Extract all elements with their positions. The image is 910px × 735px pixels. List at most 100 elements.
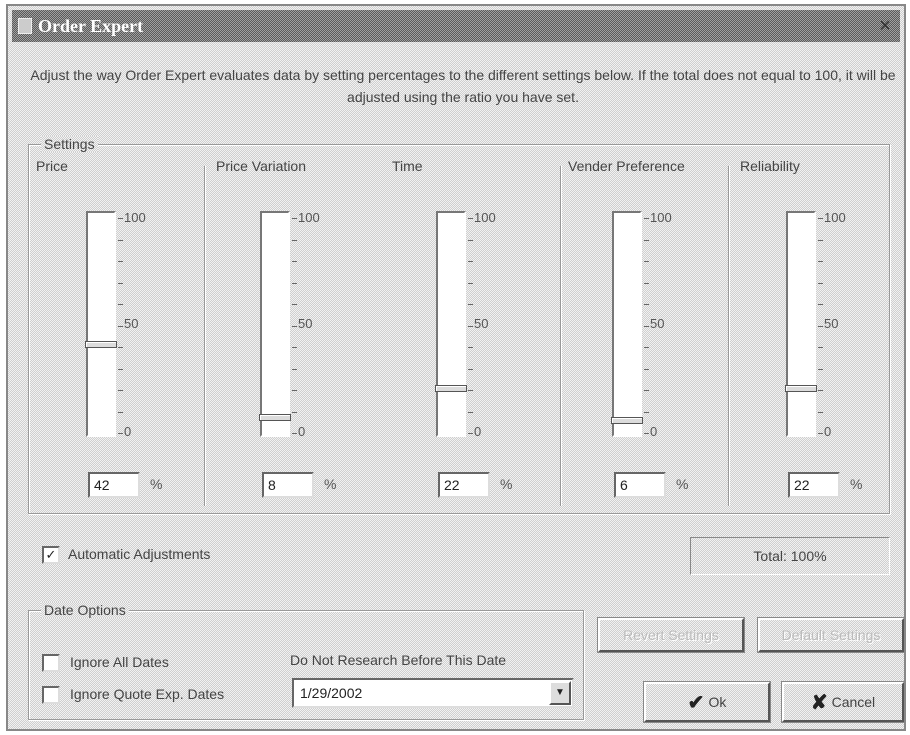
setting-label: Price Variation	[216, 158, 307, 174]
tick-label-0: 0	[824, 424, 832, 439]
checkmark-icon: ✔	[687, 691, 705, 714]
slider-tick	[818, 411, 823, 413]
slider-tick	[468, 433, 473, 434]
tick-label-50: 50	[298, 316, 313, 331]
slider-tick	[644, 218, 649, 219]
tick-label-100: 100	[650, 210, 672, 225]
percent-label: %	[500, 476, 513, 492]
slider-tick	[468, 411, 473, 413]
slider-tick	[468, 282, 473, 284]
ignore-all-dates-checkbox[interactable]	[42, 654, 60, 672]
title-bar[interactable]: Order Expert ×	[12, 10, 900, 42]
ignore-quote-exp-dates-label: Ignore Quote Exp. Dates	[70, 686, 225, 702]
vender-preference-percent-input[interactable]: 6	[614, 472, 666, 498]
slider-tick	[644, 347, 649, 348]
slider-tick	[818, 282, 823, 284]
slider-tick	[644, 368, 649, 370]
price-variation-percent-input[interactable]: 8	[262, 472, 314, 498]
ignore-all-dates-label: Ignore All Dates	[70, 654, 169, 670]
slider-tick	[468, 368, 473, 370]
tick-label-100: 100	[824, 210, 846, 225]
reliability-slider[interactable]	[785, 211, 817, 437]
tick-label-100: 100	[298, 210, 320, 225]
slider-tick	[818, 433, 823, 434]
revert-settings-button[interactable]: Revert Settings	[597, 617, 745, 653]
vender-preference-slider[interactable]	[611, 211, 643, 437]
slider-tick	[292, 390, 297, 391]
percent-label: %	[150, 476, 163, 492]
slider-thumb[interactable]	[259, 414, 291, 421]
slider-tick	[118, 261, 123, 262]
slider-tick	[292, 261, 297, 262]
ok-label: Ok	[708, 693, 727, 710]
price-percent-input[interactable]: 42	[88, 472, 140, 498]
slider-tick	[292, 239, 297, 241]
slider-thumb[interactable]	[611, 417, 643, 424]
slider-tick	[644, 433, 649, 434]
slider-tick	[644, 304, 649, 305]
slider-tick	[818, 304, 823, 305]
research-date-label: Do Not Research Before This Date	[290, 652, 507, 668]
time-slider[interactable]	[435, 211, 467, 437]
slider-tick	[818, 347, 823, 348]
slider-tick	[644, 390, 649, 391]
ok-button[interactable]: ✔ Ok	[643, 681, 771, 723]
cancel-label: Cancel	[831, 693, 876, 710]
slider-tick	[292, 282, 297, 284]
slider-tick	[644, 282, 649, 284]
setting-label: Vender Preference	[568, 158, 685, 174]
automatic-adjustments-checkbox[interactable]: ✓	[42, 546, 60, 564]
dropdown-arrow-icon[interactable]: ▼	[549, 681, 571, 705]
column-divider	[204, 166, 206, 506]
slider-tick	[468, 347, 473, 348]
slider-tick	[468, 218, 473, 219]
slider-tick	[292, 433, 297, 434]
slider-tick	[118, 411, 123, 413]
price-slider[interactable]	[85, 211, 117, 437]
cancel-button[interactable]: ✘ Cancel	[781, 681, 905, 723]
slider-tick	[292, 218, 297, 219]
setting-label: Price	[36, 158, 68, 174]
tick-label-0: 0	[474, 424, 482, 439]
slider-tick	[292, 304, 297, 305]
slider-tick	[818, 390, 823, 391]
app-icon	[18, 18, 32, 34]
instructions-text: Adjust the way Order Expert evaluates da…	[30, 67, 896, 105]
slider-thumb[interactable]	[85, 341, 117, 348]
slider-tick	[818, 218, 823, 219]
slider-tick	[818, 325, 823, 327]
setting-label: Reliability	[740, 158, 800, 174]
ignore-quote-exp-dates-checkbox[interactable]	[42, 686, 60, 704]
slider-thumb[interactable]	[435, 385, 467, 392]
time-percent-input[interactable]: 22	[438, 472, 490, 498]
slider-tick	[292, 411, 297, 413]
slider-thumb[interactable]	[785, 385, 817, 392]
tick-label-100: 100	[474, 210, 496, 225]
default-settings-button[interactable]: Default Settings	[757, 617, 905, 653]
slider-tick	[818, 261, 823, 262]
automatic-adjustments-label: Automatic Adjustments	[68, 546, 211, 562]
reliability-percent-input[interactable]: 22	[788, 472, 840, 498]
percent-label: %	[324, 476, 337, 492]
slider-tick	[468, 304, 473, 305]
research-date-picker[interactable]: 1/29/2002 ▼	[292, 678, 574, 708]
slider-tick	[468, 390, 473, 391]
slider-tick	[118, 433, 123, 434]
slider-tick	[292, 368, 297, 370]
slider-tick	[118, 239, 123, 241]
column-divider	[728, 166, 730, 506]
dialog-title: Order Expert	[38, 16, 144, 36]
tick-label-0: 0	[298, 424, 306, 439]
slider-tick	[292, 325, 297, 327]
x-icon: ✘	[810, 691, 828, 714]
close-button[interactable]: ×	[872, 12, 898, 38]
tick-label-0: 0	[124, 424, 132, 439]
slider-tick	[118, 390, 123, 391]
percent-label: %	[676, 476, 689, 492]
price-variation-slider[interactable]	[259, 211, 291, 437]
slider-tick	[118, 368, 123, 370]
tick-label-50: 50	[824, 316, 839, 331]
percent-label: %	[850, 476, 863, 492]
tick-label-100: 100	[124, 210, 146, 225]
slider-tick	[118, 218, 123, 219]
